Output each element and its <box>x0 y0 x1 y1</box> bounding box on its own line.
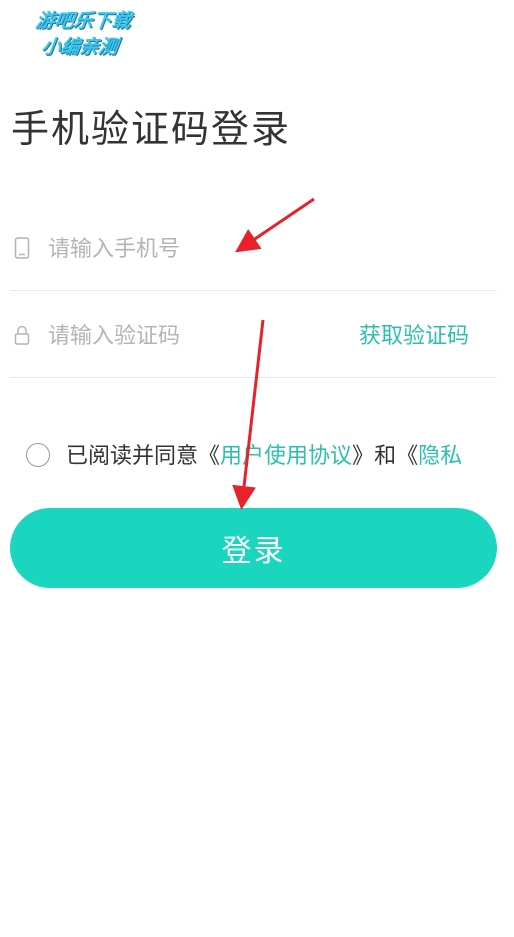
phone-field <box>10 205 497 291</box>
agreement-conjunction: 和 <box>374 444 397 469</box>
phone-input[interactable] <box>48 229 318 269</box>
page-title: 手机验证码登录 <box>11 107 292 151</box>
agreement-row: 已阅读并同意《用户使用协议》和《隐私 <box>26 440 462 474</box>
bracket-open-1: 《 <box>198 444 221 469</box>
login-button[interactable]: 登录 <box>10 508 497 588</box>
watermark-line-2: 小编亲测 <box>40 36 120 58</box>
watermark-line-1: 游吧乐下载 <box>34 10 133 32</box>
verification-code-input[interactable] <box>48 316 318 356</box>
agreement-prefix: 已阅读并同意 <box>66 444 199 469</box>
user-agreement-link[interactable]: 用户使用协议 <box>220 444 352 469</box>
privacy-policy-link[interactable]: 隐私 <box>418 444 462 469</box>
agreement-checkbox[interactable] <box>26 443 50 467</box>
lock-icon <box>14 324 30 346</box>
get-code-button[interactable]: 获取验证码 <box>359 318 469 350</box>
verification-code-field: 获取验证码 <box>10 292 497 378</box>
watermark-logo: 游吧乐下载 小编亲测 <box>2 8 160 68</box>
bracket-close-1: 》 <box>352 444 375 469</box>
phone-icon <box>14 237 30 259</box>
bracket-open-2: 《 <box>396 444 419 469</box>
